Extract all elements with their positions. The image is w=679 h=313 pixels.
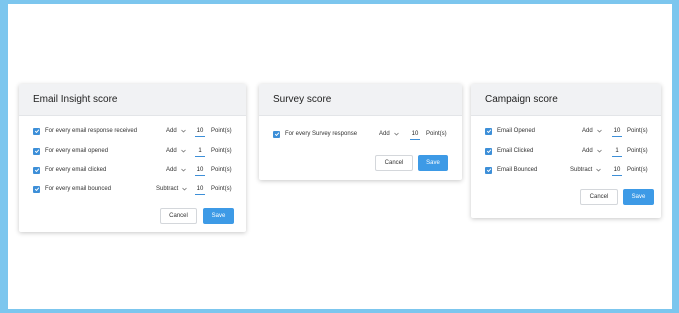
points-input[interactable]: 10 [195, 184, 205, 195]
points-unit: Point(s) [627, 128, 648, 134]
score-rule-row: Email Bounced Subtract 10 Point(s) [471, 163, 661, 177]
rule-checkbox[interactable] [485, 166, 492, 174]
card-title: Email Insight score [19, 84, 246, 116]
operation-select[interactable]: Add [166, 148, 186, 154]
email-insight-score-card: Email Insight score For every email resp… [19, 84, 246, 232]
rule-checkbox[interactable] [485, 147, 492, 155]
score-rule-row: For every email clicked Add 10 Point(s) [19, 163, 246, 177]
score-rule-row: For every Survey response Add 10 Point(s… [259, 127, 462, 141]
points-input[interactable]: 10 [195, 126, 205, 137]
operation-value: Add [166, 167, 177, 173]
operation-select[interactable]: Add [582, 128, 602, 134]
score-rule-row: Email Clicked Add 1 Point(s) [471, 144, 661, 158]
rule-checkbox[interactable] [33, 127, 40, 135]
checkmark-icon [274, 132, 279, 137]
operation-value: Add [379, 131, 390, 137]
rule-label: For every email clicked [45, 167, 107, 173]
checkmark-icon [34, 187, 39, 192]
chevron-down-icon [596, 149, 602, 153]
chevron-down-icon [182, 187, 188, 191]
operation-select[interactable]: Add [582, 148, 602, 154]
rule-label: Email Opened [497, 128, 536, 134]
rule-checkbox[interactable] [33, 147, 40, 155]
checkmark-icon [34, 129, 39, 134]
points-unit: Point(s) [211, 128, 232, 134]
chevron-down-icon [180, 129, 186, 133]
points-input[interactable]: 1 [195, 146, 205, 157]
points-input[interactable]: 1 [612, 146, 622, 157]
survey-score-card: Survey score For every Survey response A… [259, 84, 462, 180]
rule-label: For every email bounced [45, 186, 112, 192]
chevron-down-icon [180, 168, 186, 172]
chevron-down-icon [596, 168, 602, 172]
rule-label: For every Survey response [285, 131, 358, 137]
operation-select[interactable]: Subtract [156, 186, 188, 192]
checkmark-icon [486, 129, 491, 134]
rule-checkbox[interactable] [485, 127, 492, 135]
rule-label: For every email response received [45, 128, 138, 134]
score-rule-row: For every email opened Add 1 Point(s) [19, 144, 246, 158]
rule-label: Email Bounced [497, 167, 538, 173]
points-input[interactable]: 10 [410, 129, 420, 140]
chevron-down-icon [393, 132, 399, 136]
page-canvas: Email Insight score For every email resp… [8, 4, 672, 309]
operation-value: Add [582, 148, 593, 154]
score-rule-row: For every email response received Add 10… [19, 124, 246, 138]
operation-select[interactable]: Add [379, 131, 399, 137]
cancel-button[interactable]: Cancel [160, 208, 197, 224]
cancel-button[interactable]: Cancel [375, 155, 413, 171]
checkmark-icon [486, 168, 491, 173]
points-input[interactable]: 10 [612, 126, 622, 137]
operation-select[interactable]: Subtract [570, 167, 602, 173]
save-button[interactable]: Save [203, 208, 234, 224]
chevron-down-icon [180, 149, 186, 153]
operation-value: Add [166, 128, 177, 134]
rule-checkbox[interactable] [33, 166, 40, 174]
checkmark-icon [34, 168, 39, 173]
save-button[interactable]: Save [418, 155, 448, 171]
chevron-down-icon [596, 129, 602, 133]
points-unit: Point(s) [211, 186, 232, 192]
card-title: Campaign score [471, 84, 661, 116]
campaign-score-card: Campaign score Email Opened Add 10 Point… [471, 84, 661, 218]
card-title: Survey score [259, 84, 462, 116]
operation-value: Subtract [156, 186, 179, 192]
points-unit: Point(s) [627, 148, 648, 154]
points-unit: Point(s) [211, 167, 232, 173]
operation-value: Add [166, 148, 177, 154]
rule-label: Email Clicked [497, 148, 534, 154]
score-rule-row: Email Opened Add 10 Point(s) [471, 124, 661, 138]
operation-value: Add [582, 128, 593, 134]
points-input[interactable]: 10 [195, 165, 205, 176]
operation-value: Subtract [570, 167, 593, 173]
operation-select[interactable]: Add [166, 128, 186, 134]
points-unit: Point(s) [627, 167, 648, 173]
rule-checkbox[interactable] [273, 130, 280, 138]
checkmark-icon [34, 149, 39, 154]
points-input[interactable]: 10 [612, 165, 622, 176]
save-button[interactable]: Save [623, 189, 654, 205]
cancel-button[interactable]: Cancel [580, 189, 618, 205]
rule-label: For every email opened [45, 148, 109, 154]
checkmark-icon [486, 149, 491, 154]
points-unit: Point(s) [211, 148, 232, 154]
operation-select[interactable]: Add [166, 167, 186, 173]
points-unit: Point(s) [426, 131, 447, 137]
score-rule-row: For every email bounced Subtract 10 Poin… [19, 182, 246, 196]
rule-checkbox[interactable] [33, 185, 40, 193]
